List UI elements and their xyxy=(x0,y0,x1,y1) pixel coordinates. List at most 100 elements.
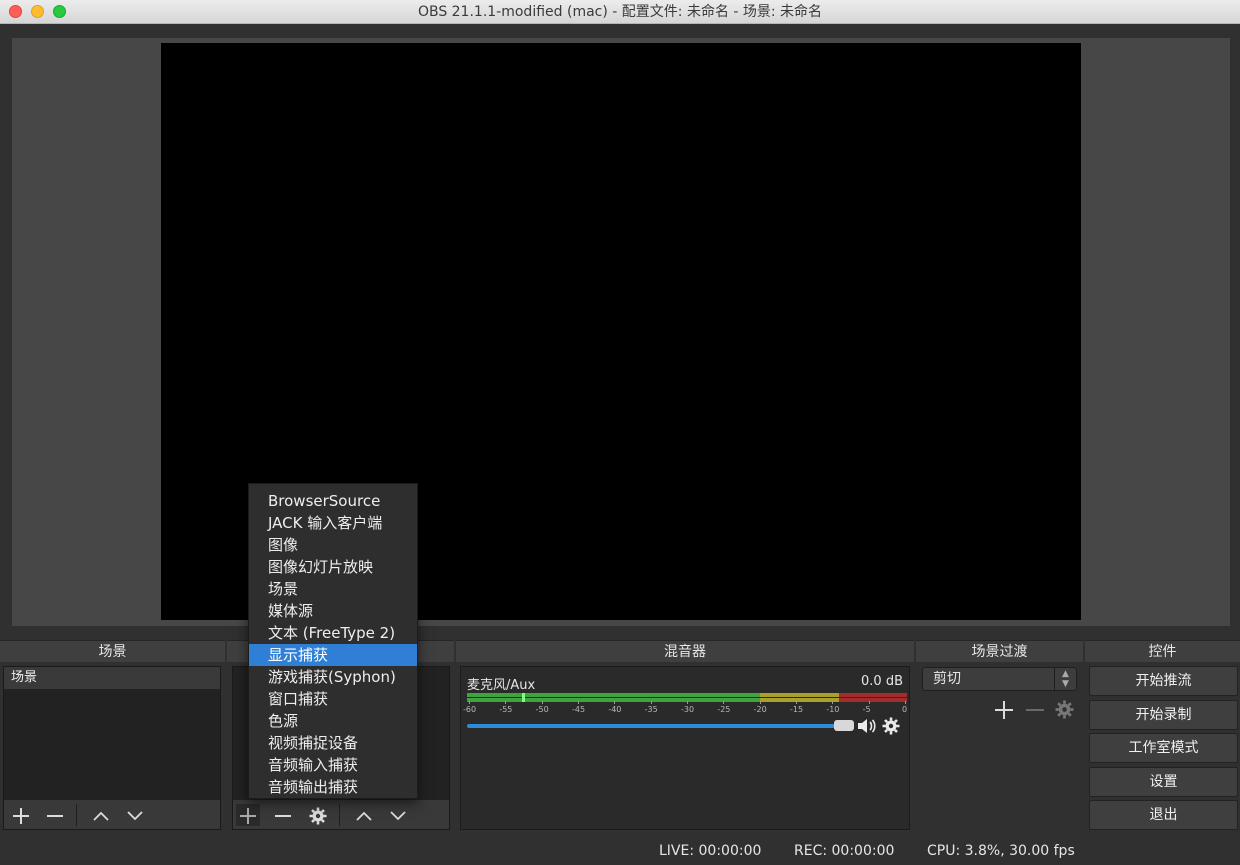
gear-icon xyxy=(882,717,900,735)
toolbar-separator xyxy=(76,804,77,826)
mixer-channel: 麦克风/Aux 0.0 dB -60 -55 -50 -45 -40 -35 -30 -25 -… xyxy=(460,666,910,830)
start-streaming-button[interactable]: 开始推流 xyxy=(1089,666,1238,696)
meter-tick-label: -40 xyxy=(608,705,622,714)
menu-item-13[interactable]: 音频输出捕获 xyxy=(249,776,417,798)
sources-toolbar xyxy=(232,800,450,830)
transition-selected-value: 剪切 xyxy=(933,671,961,687)
plus-icon xyxy=(240,808,256,824)
menu-item-12[interactable]: 音频输入捕获 xyxy=(249,754,417,776)
scene-item[interactable]: 场景 xyxy=(4,667,220,689)
meter-tick xyxy=(650,701,652,704)
menu-item-6[interactable]: 文本 (FreeType 2) xyxy=(249,622,417,644)
mixer-channel-name: 麦克风/Aux xyxy=(467,678,536,693)
meter-tick xyxy=(723,701,725,704)
meter-tick xyxy=(868,701,870,704)
remove-source-button[interactable] xyxy=(271,804,295,826)
remove-transition-button[interactable] xyxy=(1025,700,1045,724)
gear-icon xyxy=(309,807,327,825)
meter-tick xyxy=(905,701,906,704)
minus-icon xyxy=(1026,709,1044,711)
move-source-down-button[interactable] xyxy=(386,804,410,826)
menu-item-11[interactable]: 视频捕捉设备 xyxy=(249,732,417,754)
updown-arrows-icon: ▲ ▼ xyxy=(1054,668,1076,690)
menu-item-4[interactable]: 场景 xyxy=(249,578,417,600)
volume-slider-track[interactable] xyxy=(467,724,847,728)
minimize-window-button[interactable] xyxy=(31,5,44,18)
zoom-window-button[interactable] xyxy=(53,5,66,18)
gear-icon xyxy=(1055,700,1074,719)
menu-item-5[interactable]: 媒体源 xyxy=(249,600,417,622)
add-transition-button[interactable] xyxy=(994,700,1014,724)
meter-tick xyxy=(614,701,616,704)
plus-icon xyxy=(13,808,29,824)
settings-button[interactable]: 设置 xyxy=(1089,767,1238,797)
meter-tick xyxy=(541,701,543,704)
scenes-list[interactable]: 场景 xyxy=(3,666,221,801)
live-status: LIVE: 00:00:00 xyxy=(659,843,762,859)
minus-icon xyxy=(275,815,291,817)
minus-icon xyxy=(47,815,63,817)
chevron-down-icon xyxy=(390,811,406,821)
chevron-up-icon xyxy=(93,811,109,821)
start-recording-button[interactable]: 开始录制 xyxy=(1089,700,1238,730)
plus-icon xyxy=(995,701,1013,719)
meter-tick-label: -25 xyxy=(717,705,731,714)
meter-tick xyxy=(796,701,797,704)
remove-scene-button[interactable] xyxy=(43,804,67,826)
add-source-menu: BrowserSource JACK 输入客户端 图像 图像幻灯片放映 场景 媒体源 文本 … xyxy=(248,483,418,799)
menu-item-7[interactable]: 显示捕获 xyxy=(249,644,417,666)
add-scene-button[interactable] xyxy=(9,804,33,826)
mixer-dock-title: 混音器 xyxy=(456,640,914,662)
meter-tick xyxy=(578,701,579,704)
meter-tick-label: -15 xyxy=(790,705,804,714)
meter-tick xyxy=(505,701,507,704)
rec-status: REC: 00:00:00 xyxy=(794,843,895,859)
window-title: OBS 21.1.1-modified (mac) - 配置文件: 未命名 - … xyxy=(417,4,823,20)
menu-item-9[interactable]: 窗口捕获 xyxy=(249,688,417,710)
source-properties-button[interactable] xyxy=(306,804,330,826)
meter-tick xyxy=(469,701,470,704)
menu-item-2[interactable]: 图像 xyxy=(249,534,417,556)
menu-item-8[interactable]: 游戏捕获(Syphon) xyxy=(249,666,417,688)
cpu-status: CPU: 3.8%, 30.00 fps xyxy=(927,843,1075,859)
move-scene-down-button[interactable] xyxy=(123,804,147,826)
menu-item-10[interactable]: 色源 xyxy=(249,710,417,732)
meter-tick-label: -30 xyxy=(681,705,695,714)
chevron-down-icon xyxy=(127,811,143,821)
mixer-settings-button[interactable] xyxy=(882,717,900,739)
meter-tick xyxy=(759,701,761,704)
close-window-button[interactable] xyxy=(9,5,22,18)
speaker-icon xyxy=(858,719,876,733)
exit-button[interactable]: 退出 xyxy=(1089,800,1238,830)
studio-mode-button[interactable]: 工作室模式 xyxy=(1089,733,1238,763)
mixer-channel-level: 0.0 dB xyxy=(861,674,903,689)
move-source-up-button[interactable] xyxy=(352,804,376,826)
meter-tick-label: -20 xyxy=(753,705,767,714)
menu-item-3[interactable]: 图像幻灯片放映 xyxy=(249,556,417,578)
chevron-up-icon xyxy=(356,811,372,821)
transitions-dock-title: 场景过渡 xyxy=(916,640,1083,662)
add-source-button[interactable] xyxy=(236,804,260,826)
scenes-dock-title: 场景 xyxy=(0,640,225,662)
menu-item-0[interactable]: BrowserSource xyxy=(249,490,417,512)
meter-tick-label: -45 xyxy=(572,705,586,714)
meter-tick xyxy=(687,701,688,704)
transition-properties-button[interactable] xyxy=(1055,700,1074,723)
scenes-toolbar xyxy=(3,800,221,830)
meter-tick xyxy=(832,701,834,704)
title-bar: OBS 21.1.1-modified (mac) - 配置文件: 未命名 - … xyxy=(0,0,1240,24)
meter-tick-label: -10 xyxy=(826,705,840,714)
mute-toggle[interactable] xyxy=(857,717,877,739)
menu-item-1[interactable]: JACK 输入客户端 xyxy=(249,512,417,534)
volume-slider-handle[interactable] xyxy=(834,720,854,731)
meter-scale: -60 -55 -50 -45 -40 -35 -30 -25 -20 -15 -10 -5 0 xyxy=(463,701,907,714)
transition-select[interactable]: 剪切 ▲ ▼ xyxy=(922,667,1077,691)
status-bar: LIVE: 00:00:00 REC: 00:00:00 CPU: 3.8%, … xyxy=(0,838,1240,865)
move-scene-up-button[interactable] xyxy=(89,804,113,826)
meter-tick-label: -5 xyxy=(862,705,871,714)
meter-tick-label: -60 xyxy=(463,705,477,714)
meter-tick-label: -35 xyxy=(644,705,658,714)
meter-tick-label: -55 xyxy=(499,705,513,714)
meter-tick-label: -50 xyxy=(535,705,549,714)
volume-meter-top xyxy=(467,693,907,697)
